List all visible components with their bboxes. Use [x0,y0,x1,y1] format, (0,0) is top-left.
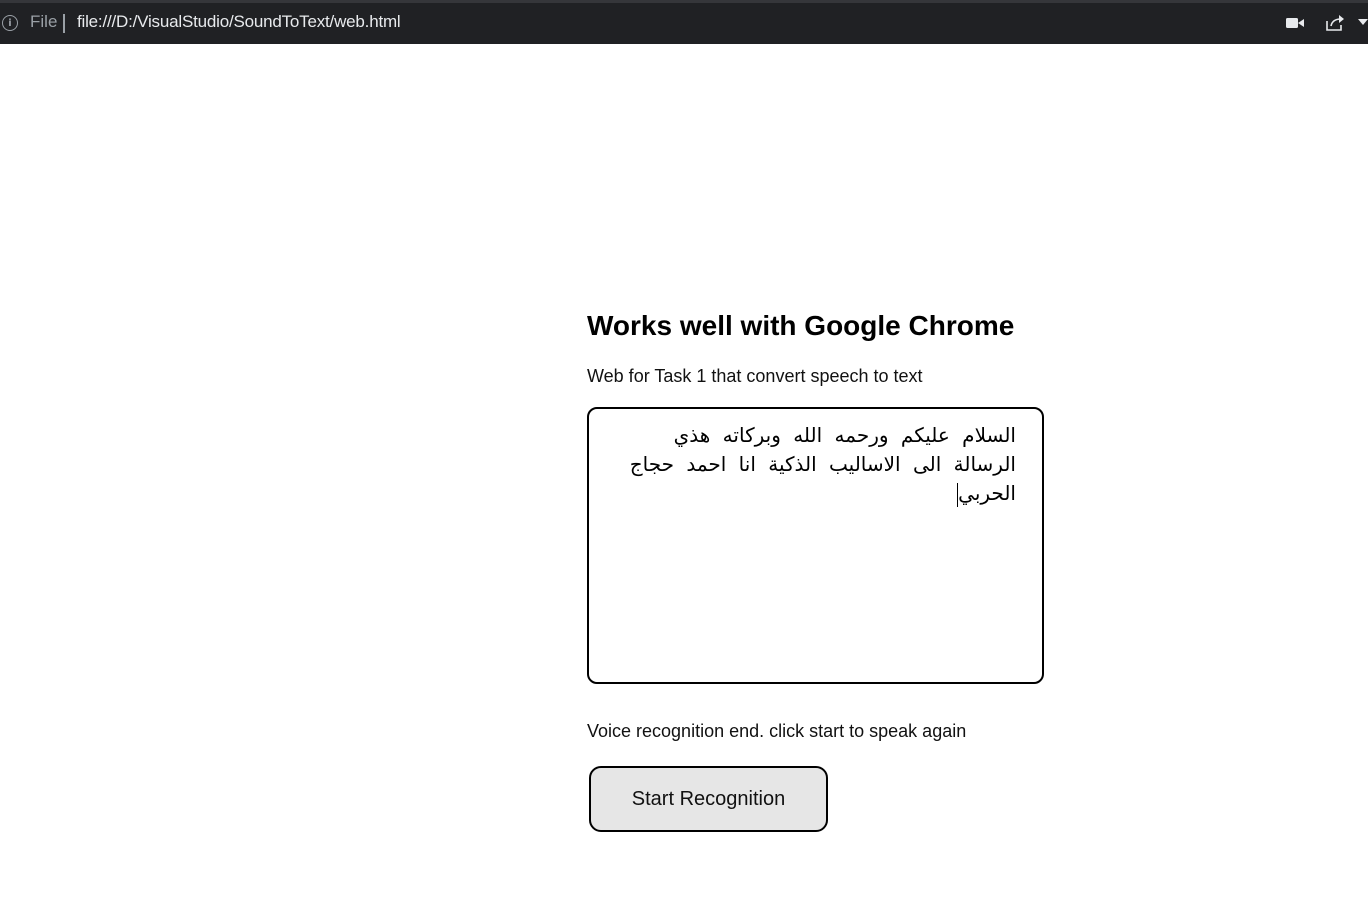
transcript-textarea[interactable]: السلام عليكم ورحمه الله وبركاته هذي الرس… [587,407,1044,684]
browser-address-bar: i File file:///D:/VisualStudio/SoundToTe… [0,0,1368,44]
camera-icon[interactable] [1286,15,1304,31]
transcript-text: السلام عليكم ورحمه الله وبركاته هذي الرس… [629,423,1016,505]
page-subtitle: Web for Task 1 that convert speech to te… [587,366,923,386]
url-divider [63,14,65,33]
start-recognition-button[interactable]: Start Recognition [589,766,828,832]
share-icon[interactable] [1325,14,1345,32]
scheme-label: File [30,12,58,31]
page-title: Works well with Google Chrome [587,310,1015,341]
chevron-down-icon[interactable] [1358,17,1368,27]
status-message: Voice recognition end. click start to sp… [587,721,967,741]
url-text[interactable]: file:///D:/VisualStudio/SoundToText/web.… [77,12,401,32]
info-icon[interactable]: i [2,15,18,31]
